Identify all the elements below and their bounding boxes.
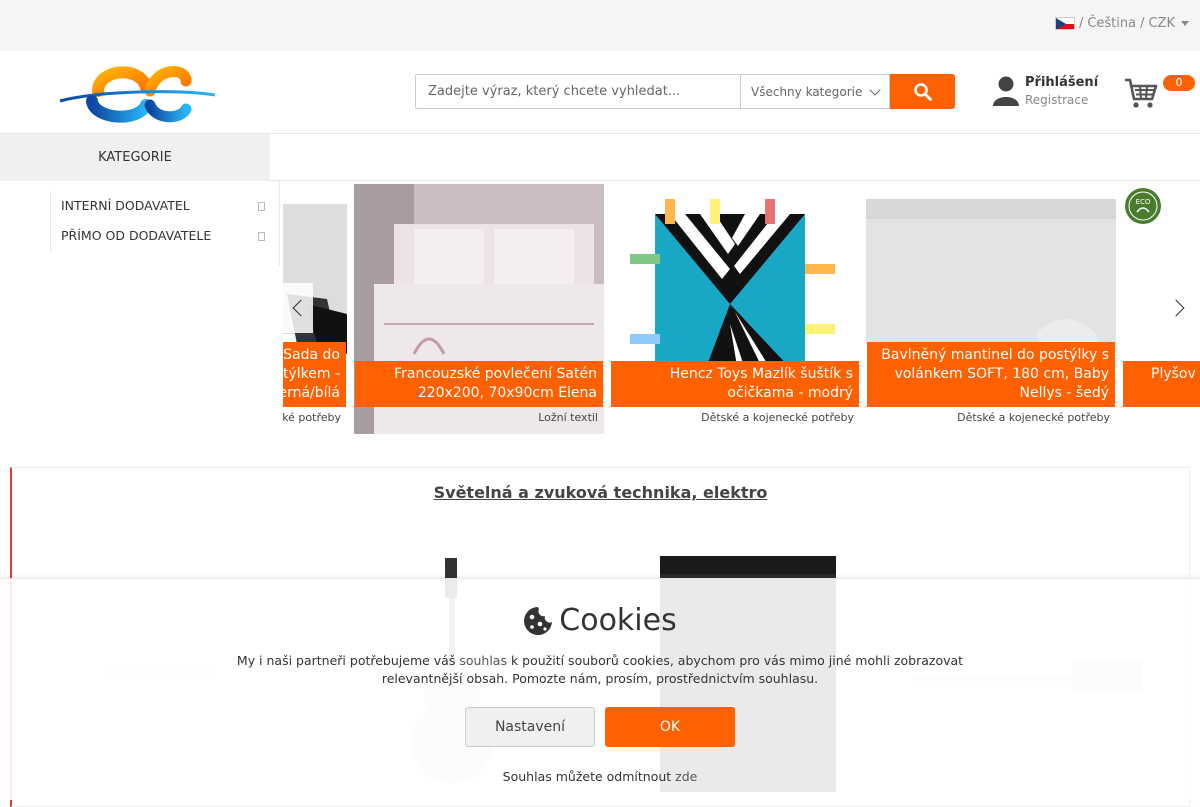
category-select-value: Všechny kategorie (751, 84, 863, 99)
carousel-next-button[interactable] (1158, 283, 1200, 333)
carousel-category[interactable]: Dětské a kojenecké potřeby (701, 411, 854, 424)
chevron-left-icon (292, 299, 310, 317)
category-list: INTERNÍ DODAVATEL PŘÍMO OD DODAVATELE (50, 191, 279, 251)
carousel-slide[interactable]: Hencz Toys Mazlík šuštík s očičkama - mo… (610, 184, 860, 434)
account-menu[interactable]: Přihlášení Registrace (993, 75, 1098, 107)
cookie-text-before: My i naši partneři potřebujeme váš (236, 653, 460, 668)
carousel-prev-button[interactable] (283, 283, 313, 333)
cart-icon (1125, 78, 1158, 108)
cookie-footer-text: Souhlas můžete odmítnout (502, 769, 676, 784)
category-item-interni-dodavatel[interactable]: INTERNÍ DODAVATEL (51, 191, 279, 221)
section-title[interactable]: Světelná a zvuková technika, elektro (12, 483, 1189, 502)
currency-label: CZK (1148, 16, 1175, 31)
carousel-caption: Plyšov (1123, 361, 1200, 407)
carousel-category[interactable]: Dětské a kojenecké potřeby (957, 411, 1110, 424)
chevron-down-icon (869, 83, 881, 96)
decline-link[interactable]: zde (675, 769, 697, 784)
carousel-caption: Francouzské povlečení Satén 220x200, 70x… (355, 361, 603, 407)
cookie-title: Cookies (0, 603, 1200, 638)
cart-button[interactable]: 0 (1124, 75, 1195, 111)
cookie-icon (524, 606, 553, 635)
czech-flag-icon (1054, 17, 1075, 30)
chevron-right-icon (1167, 299, 1185, 317)
carousel-caption: Hencz Toys Mazlík šuštík s očičkama - mo… (611, 361, 859, 407)
svg-text:ECO: ECO (1136, 198, 1151, 206)
carousel-category[interactable]: ké potřeby (283, 411, 341, 424)
search-icon (913, 82, 932, 101)
carousel-slide[interactable]: Francouzské povlečení Satén 220x200, 70x… (354, 184, 604, 434)
carousel-caption: Sada do otýlkem - erná/bílá (283, 342, 346, 407)
carousel-slide[interactable]: Bavlněný mantinel do postýlky s volánkem… (866, 184, 1116, 434)
categories-toggle[interactable]: KATEGORIE (0, 134, 270, 181)
search-input[interactable] (415, 74, 740, 109)
header: Všechny kategorie Přihlášení Registrace (0, 51, 1200, 134)
sidebar-border (279, 181, 280, 266)
carousel-caption: Bavlněný mantinel do postýlky s volánkem… (867, 342, 1115, 407)
register-link[interactable]: Registrace (1025, 93, 1098, 107)
login-link[interactable]: Přihlášení (1025, 75, 1098, 90)
site-logo[interactable] (58, 61, 218, 123)
cookie-title-text: Cookies (559, 603, 677, 638)
category-item-label: PŘÍMO OD DODAVATELE (61, 228, 212, 243)
cookie-settings-button[interactable]: Nastavení (465, 707, 595, 747)
locale-separator: / (1078, 16, 1084, 31)
nav-divider (270, 180, 1200, 181)
user-icon (993, 76, 1019, 106)
cookie-text: My i naši partneři potřebujeme váš souhl… (210, 652, 990, 688)
category-item-primo-od-dodavatele[interactable]: PŘÍMO OD DODAVATELE (51, 221, 279, 251)
search-button[interactable] (890, 74, 955, 109)
carousel-category[interactable]: Ložní textil (538, 411, 598, 424)
category-item-label: INTERNÍ DODAVATEL (61, 198, 190, 213)
search-bar: Všechny kategorie (415, 74, 955, 109)
locale-selector[interactable]: / Čeština / CZK (1054, 16, 1189, 31)
product-carousel: Sada do otýlkem - erná/bílá ké potřeby F… (283, 184, 1200, 434)
cookie-footer: Souhlas můžete odmítnout zde (0, 769, 1200, 784)
category-select[interactable]: Všechny kategorie (740, 74, 890, 109)
expand-icon (258, 202, 265, 211)
caret-down-icon (1181, 21, 1189, 26)
cookie-banner: Cookies My i naši partneři potřebujeme v… (0, 578, 1200, 800)
cookie-ok-button[interactable]: OK (605, 707, 735, 747)
expand-icon (258, 232, 265, 241)
locale-separator: / (1140, 16, 1145, 31)
consent-link[interactable]: souhlas (459, 653, 507, 668)
cart-count-badge: 0 (1163, 75, 1195, 91)
top-bar: / Čeština / CZK (0, 0, 1200, 51)
language-label: Čeština (1087, 16, 1137, 31)
